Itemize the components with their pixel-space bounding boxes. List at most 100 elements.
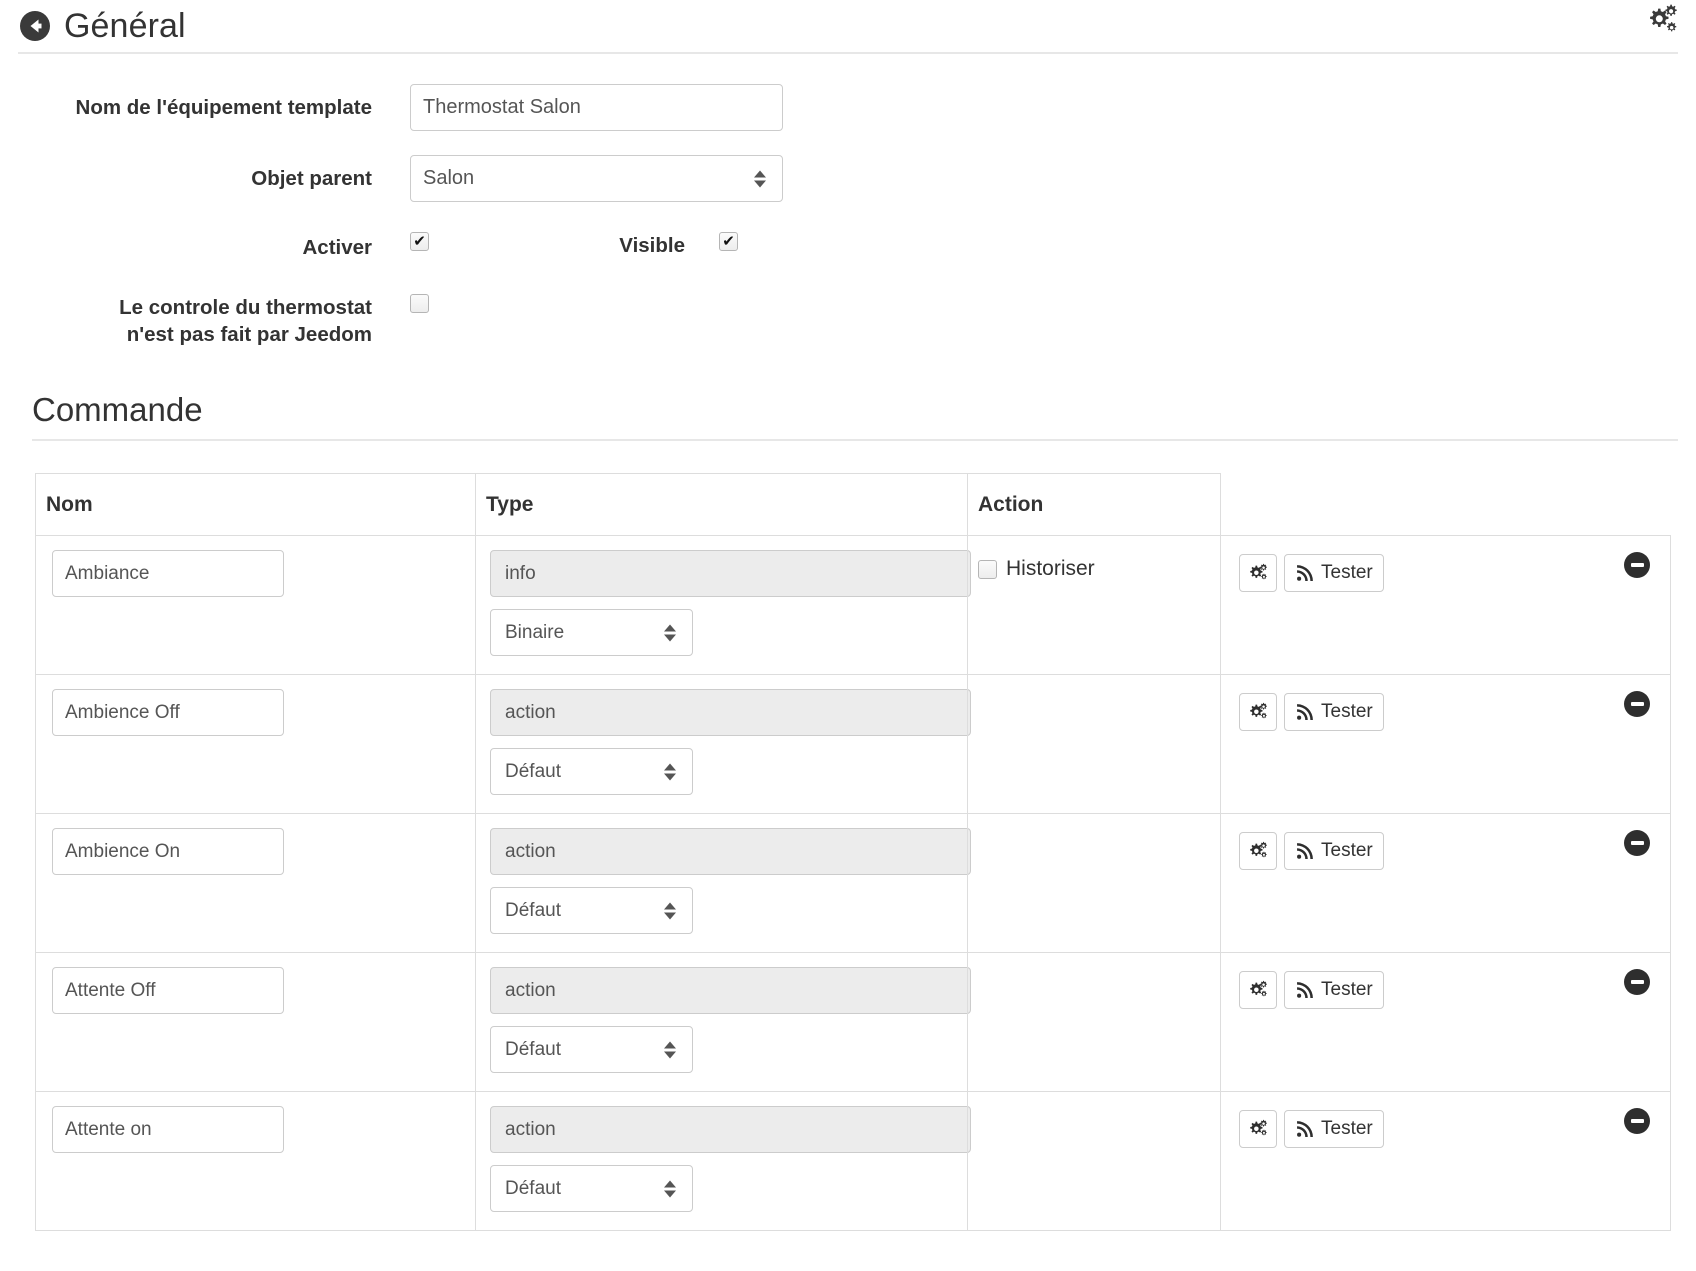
minus-circle-icon xyxy=(1624,969,1650,996)
cell-type: action Défaut xyxy=(475,1091,971,1232)
column-header-nom: Nom xyxy=(35,473,476,537)
parent-object-select[interactable]: Salon xyxy=(410,155,783,202)
remove-command-button[interactable] xyxy=(1624,969,1650,996)
page-title-row: Général xyxy=(18,0,1678,52)
configure-command-button[interactable] xyxy=(1239,971,1277,1010)
remove-command-button[interactable] xyxy=(1624,691,1650,718)
command-subtype-value: Défaut xyxy=(505,1177,561,1199)
row-button-group: Tester xyxy=(1239,1106,1660,1149)
command-subtype-select[interactable]: Binaire xyxy=(490,609,693,657)
commande-table-header-row: Nom Type Action xyxy=(35,473,1671,537)
chevron-updown-icon xyxy=(664,624,676,642)
cell-controls: Tester xyxy=(1220,674,1671,815)
cell-nom xyxy=(35,952,476,1093)
command-subtype-value: Défaut xyxy=(505,899,561,921)
historiser-label: Historiser xyxy=(1006,557,1095,581)
visible-checkbox-slot: ✔ xyxy=(719,226,853,251)
historiser-checkbox[interactable]: ✔ xyxy=(978,559,997,579)
configure-command-button[interactable] xyxy=(1239,1110,1277,1149)
command-name-input[interactable] xyxy=(52,550,284,598)
chevron-updown-icon xyxy=(664,902,676,920)
tester-button[interactable]: Tester xyxy=(1284,554,1384,593)
equipment-name-input[interactable] xyxy=(410,84,783,131)
configure-command-button[interactable] xyxy=(1239,693,1277,732)
cell-controls: Tester xyxy=(1220,952,1671,1093)
field-row-thermostat-external: Le controle du thermostat n'est pas fait… xyxy=(0,290,1696,349)
tester-button-label: Tester xyxy=(1321,701,1373,723)
cell-nom xyxy=(35,535,476,676)
thermostat-external-label-line1: Le controle du thermostat xyxy=(119,295,372,319)
command-subtype-value: Binaire xyxy=(505,621,565,643)
command-subtype-select[interactable]: Défaut xyxy=(490,1165,693,1213)
command-name-input[interactable] xyxy=(52,967,284,1015)
commande-table-body: info Binaire ✔ Historiser xyxy=(35,535,1671,1232)
historiser-wrap: ✔ Historiser xyxy=(978,550,1210,581)
page-header: Général xyxy=(0,0,1696,52)
command-type-display: action xyxy=(490,967,971,1015)
command-type-display: action xyxy=(490,1106,971,1154)
cogs-icon[interactable] xyxy=(1640,0,1682,42)
cell-nom xyxy=(35,674,476,815)
commande-table: Nom Type Action info Binaire xyxy=(35,473,1671,1232)
visible-checkbox[interactable]: ✔ xyxy=(719,232,738,251)
rss-signal-icon xyxy=(1295,842,1314,861)
command-subtype-value: Défaut xyxy=(505,760,561,782)
cogs-icon xyxy=(1247,1118,1269,1140)
table-row: action Défaut ✔ xyxy=(35,674,1671,815)
cell-controls: Tester xyxy=(1220,535,1671,676)
visible-label: Visible xyxy=(619,234,685,257)
column-header-type: Type xyxy=(475,473,968,537)
page-title: Général xyxy=(64,7,186,45)
equipment-name-control xyxy=(410,84,1696,131)
row-button-group: Tester xyxy=(1239,550,1660,593)
thermostat-external-label-line2: n'est pas fait par Jeedom xyxy=(126,323,372,347)
remove-command-button[interactable] xyxy=(1624,552,1650,579)
chevron-updown-icon xyxy=(664,1180,676,1198)
command-subtype-select[interactable]: Défaut xyxy=(490,1026,693,1074)
activer-checkbox-slot: ✔ xyxy=(410,226,544,251)
command-type-value: info xyxy=(505,562,536,584)
chevron-updown-icon xyxy=(664,763,676,781)
tester-button[interactable]: Tester xyxy=(1284,693,1384,732)
minus-circle-icon xyxy=(1624,691,1650,718)
thermostat-external-checkbox[interactable] xyxy=(410,293,429,313)
arrow-circle-left-icon[interactable] xyxy=(18,9,52,43)
rss-signal-icon xyxy=(1295,703,1314,722)
command-name-input[interactable] xyxy=(52,689,284,737)
chevron-updown-icon xyxy=(664,1041,676,1059)
cell-nom xyxy=(35,813,476,954)
table-row: info Binaire ✔ Historiser xyxy=(35,535,1671,676)
rss-signal-icon xyxy=(1295,1120,1314,1139)
tester-button[interactable]: Tester xyxy=(1284,832,1384,871)
commande-table-head: Nom Type Action xyxy=(35,473,1671,537)
configure-command-button[interactable] xyxy=(1239,554,1277,593)
column-header-action: Action xyxy=(967,473,1221,537)
tester-button[interactable]: Tester xyxy=(1284,971,1384,1010)
command-name-input[interactable] xyxy=(52,828,284,876)
row-button-group: Tester xyxy=(1239,828,1660,871)
cell-controls: Tester xyxy=(1220,1091,1671,1232)
cogs-icon xyxy=(1247,562,1269,584)
remove-command-button[interactable] xyxy=(1624,1108,1650,1135)
thermostat-external-checkbox-slot xyxy=(410,290,544,313)
cell-type: action Défaut xyxy=(475,674,971,815)
command-subtype-select[interactable]: Défaut xyxy=(490,748,693,796)
cell-action: ✔ Historiser xyxy=(967,535,1221,676)
cell-action: ✔ xyxy=(967,952,1221,1093)
command-name-input[interactable] xyxy=(52,1106,284,1154)
table-row: action Défaut ✔ xyxy=(35,1091,1671,1232)
rss-signal-icon xyxy=(1295,564,1314,583)
general-form: Nom de l'équipement template Objet paren… xyxy=(0,54,1696,349)
tester-button[interactable]: Tester xyxy=(1284,1110,1384,1149)
parent-object-label: Objet parent xyxy=(251,167,372,190)
command-type-value: action xyxy=(505,701,556,723)
activer-checkbox[interactable]: ✔ xyxy=(410,232,429,251)
table-row: action Défaut ✔ xyxy=(35,813,1671,954)
cell-action: ✔ xyxy=(967,674,1221,815)
configure-command-button[interactable] xyxy=(1239,832,1277,871)
command-subtype-select[interactable]: Défaut xyxy=(490,887,693,935)
parent-object-control: Salon xyxy=(410,155,1696,202)
remove-command-button[interactable] xyxy=(1624,830,1650,857)
cell-nom xyxy=(35,1091,476,1232)
cell-action: ✔ xyxy=(967,813,1221,954)
